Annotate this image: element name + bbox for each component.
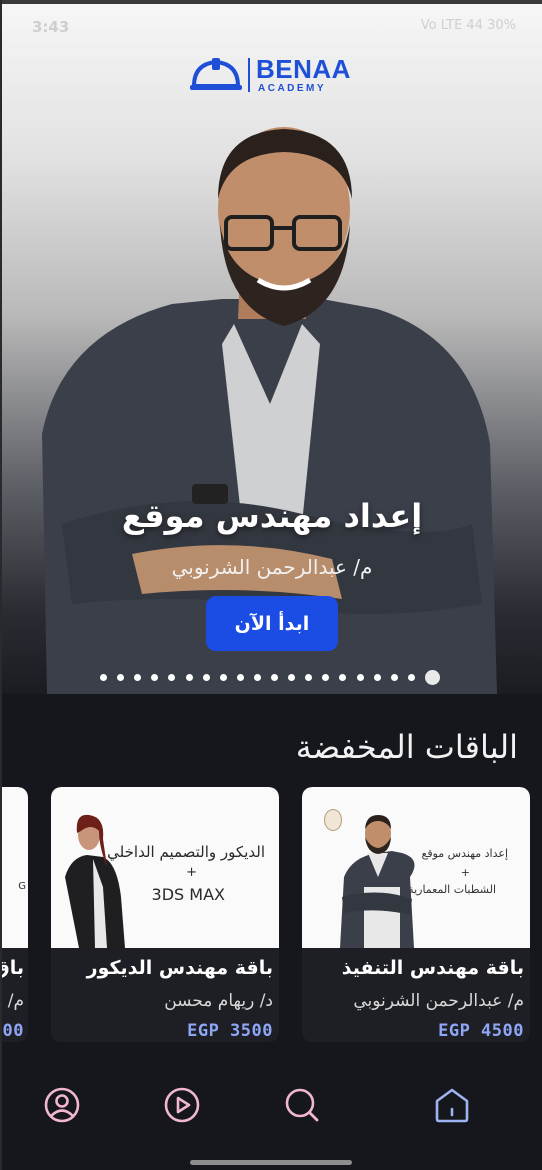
logo-subtitle: ACADEMY — [258, 83, 327, 94]
logo-title: BENAA — [256, 54, 351, 84]
bottom-navigation — [2, 1065, 542, 1170]
course-name: باق — [0, 957, 24, 979]
course-card[interactable]: الديكور والتصميم الداخلي + 3DS MAX باقة … — [51, 787, 279, 1042]
course-price: 00 — [2, 1021, 24, 1041]
section-title: الباقات المخفضة — [295, 728, 518, 766]
hero-banner[interactable]: 3:43 Vo LTE 44 30% BENAA ACADEMY إعداد م… — [2, 4, 542, 694]
carousel-dot[interactable] — [407, 674, 415, 681]
course-card[interactable]: G باق م/ 00 — [0, 787, 28, 1042]
start-now-button[interactable]: ابدأ الآن — [206, 596, 338, 651]
course-card[interactable]: إعداد مهندس موقع + الشطبات المعمارية باق… — [302, 787, 530, 1042]
course-instructor: م/ عبدالرحمن الشرنوبي — [353, 991, 524, 1011]
course-image-person — [340, 815, 415, 948]
carousel-dot-active[interactable] — [424, 670, 440, 685]
logo-divider — [248, 58, 250, 92]
course-image-caption-2: 3DS MAX — [151, 885, 225, 904]
status-indicators: Vo LTE 44 30% — [420, 18, 516, 33]
course-image-caption-1: الديكور والتصميم الداخلي — [107, 843, 265, 861]
course-image: G — [0, 787, 28, 948]
course-image-caption-1: G — [18, 881, 26, 892]
carousel-dot[interactable] — [253, 674, 261, 681]
home-icon — [435, 1088, 469, 1123]
carousel-dot[interactable] — [100, 674, 107, 681]
carousel-dot[interactable] — [271, 674, 278, 681]
play-icon — [164, 1087, 200, 1123]
course-price: EGP 3500 — [187, 1021, 273, 1041]
hero-title: إعداد مهندس موقع — [121, 497, 423, 535]
status-time: 3:43 — [32, 18, 70, 36]
search-icon — [285, 1088, 319, 1122]
nav-search[interactable] — [282, 1085, 322, 1125]
carousel-dot[interactable] — [390, 674, 398, 681]
course-image-caption-2: الشطبات المعمارية — [408, 883, 496, 896]
home-indicator[interactable] — [190, 1160, 352, 1165]
course-name: باقة مهندس الديكور — [86, 957, 273, 979]
benaa-logo: BENAA ACADEMY — [188, 54, 358, 98]
course-image-caption-1: إعداد مهندس موقع — [421, 847, 508, 860]
nav-home[interactable] — [432, 1085, 472, 1125]
course-name: باقة مهندس التنفيذ — [341, 957, 524, 979]
carousel-dot[interactable] — [373, 674, 381, 681]
course-image-plus: + — [460, 866, 470, 879]
course-instructor: م/ — [7, 991, 24, 1011]
frame-left — [0, 0, 2, 1170]
carousel-dot[interactable] — [236, 674, 244, 681]
carousel-dot[interactable] — [356, 674, 364, 681]
course-image-person — [65, 814, 125, 948]
nav-videos[interactable] — [162, 1085, 202, 1125]
carousel-dot[interactable] — [185, 674, 193, 681]
carousel-dot[interactable] — [202, 674, 210, 681]
carousel-dot[interactable] — [219, 674, 227, 681]
nav-profile[interactable] — [42, 1085, 82, 1125]
hero-instructor: م/ عبدالرحمن الشرنوبي — [171, 555, 373, 579]
status-bar: 3:43 Vo LTE 44 30% — [2, 4, 542, 44]
helmet-icon — [190, 58, 242, 90]
course-image: إعداد مهندس موقع + الشطبات المعمارية — [302, 787, 530, 948]
course-price: EGP 4500 — [438, 1021, 524, 1041]
course-image: الديكور والتصميم الداخلي + 3DS MAX — [51, 787, 279, 948]
course-image-plus: + — [186, 865, 197, 880]
app-screen: 3:43 Vo LTE 44 30% BENAA ACADEMY إعداد م… — [0, 0, 542, 1170]
profile-icon — [44, 1087, 80, 1123]
course-instructor: د/ ريهام محسن — [164, 991, 273, 1011]
